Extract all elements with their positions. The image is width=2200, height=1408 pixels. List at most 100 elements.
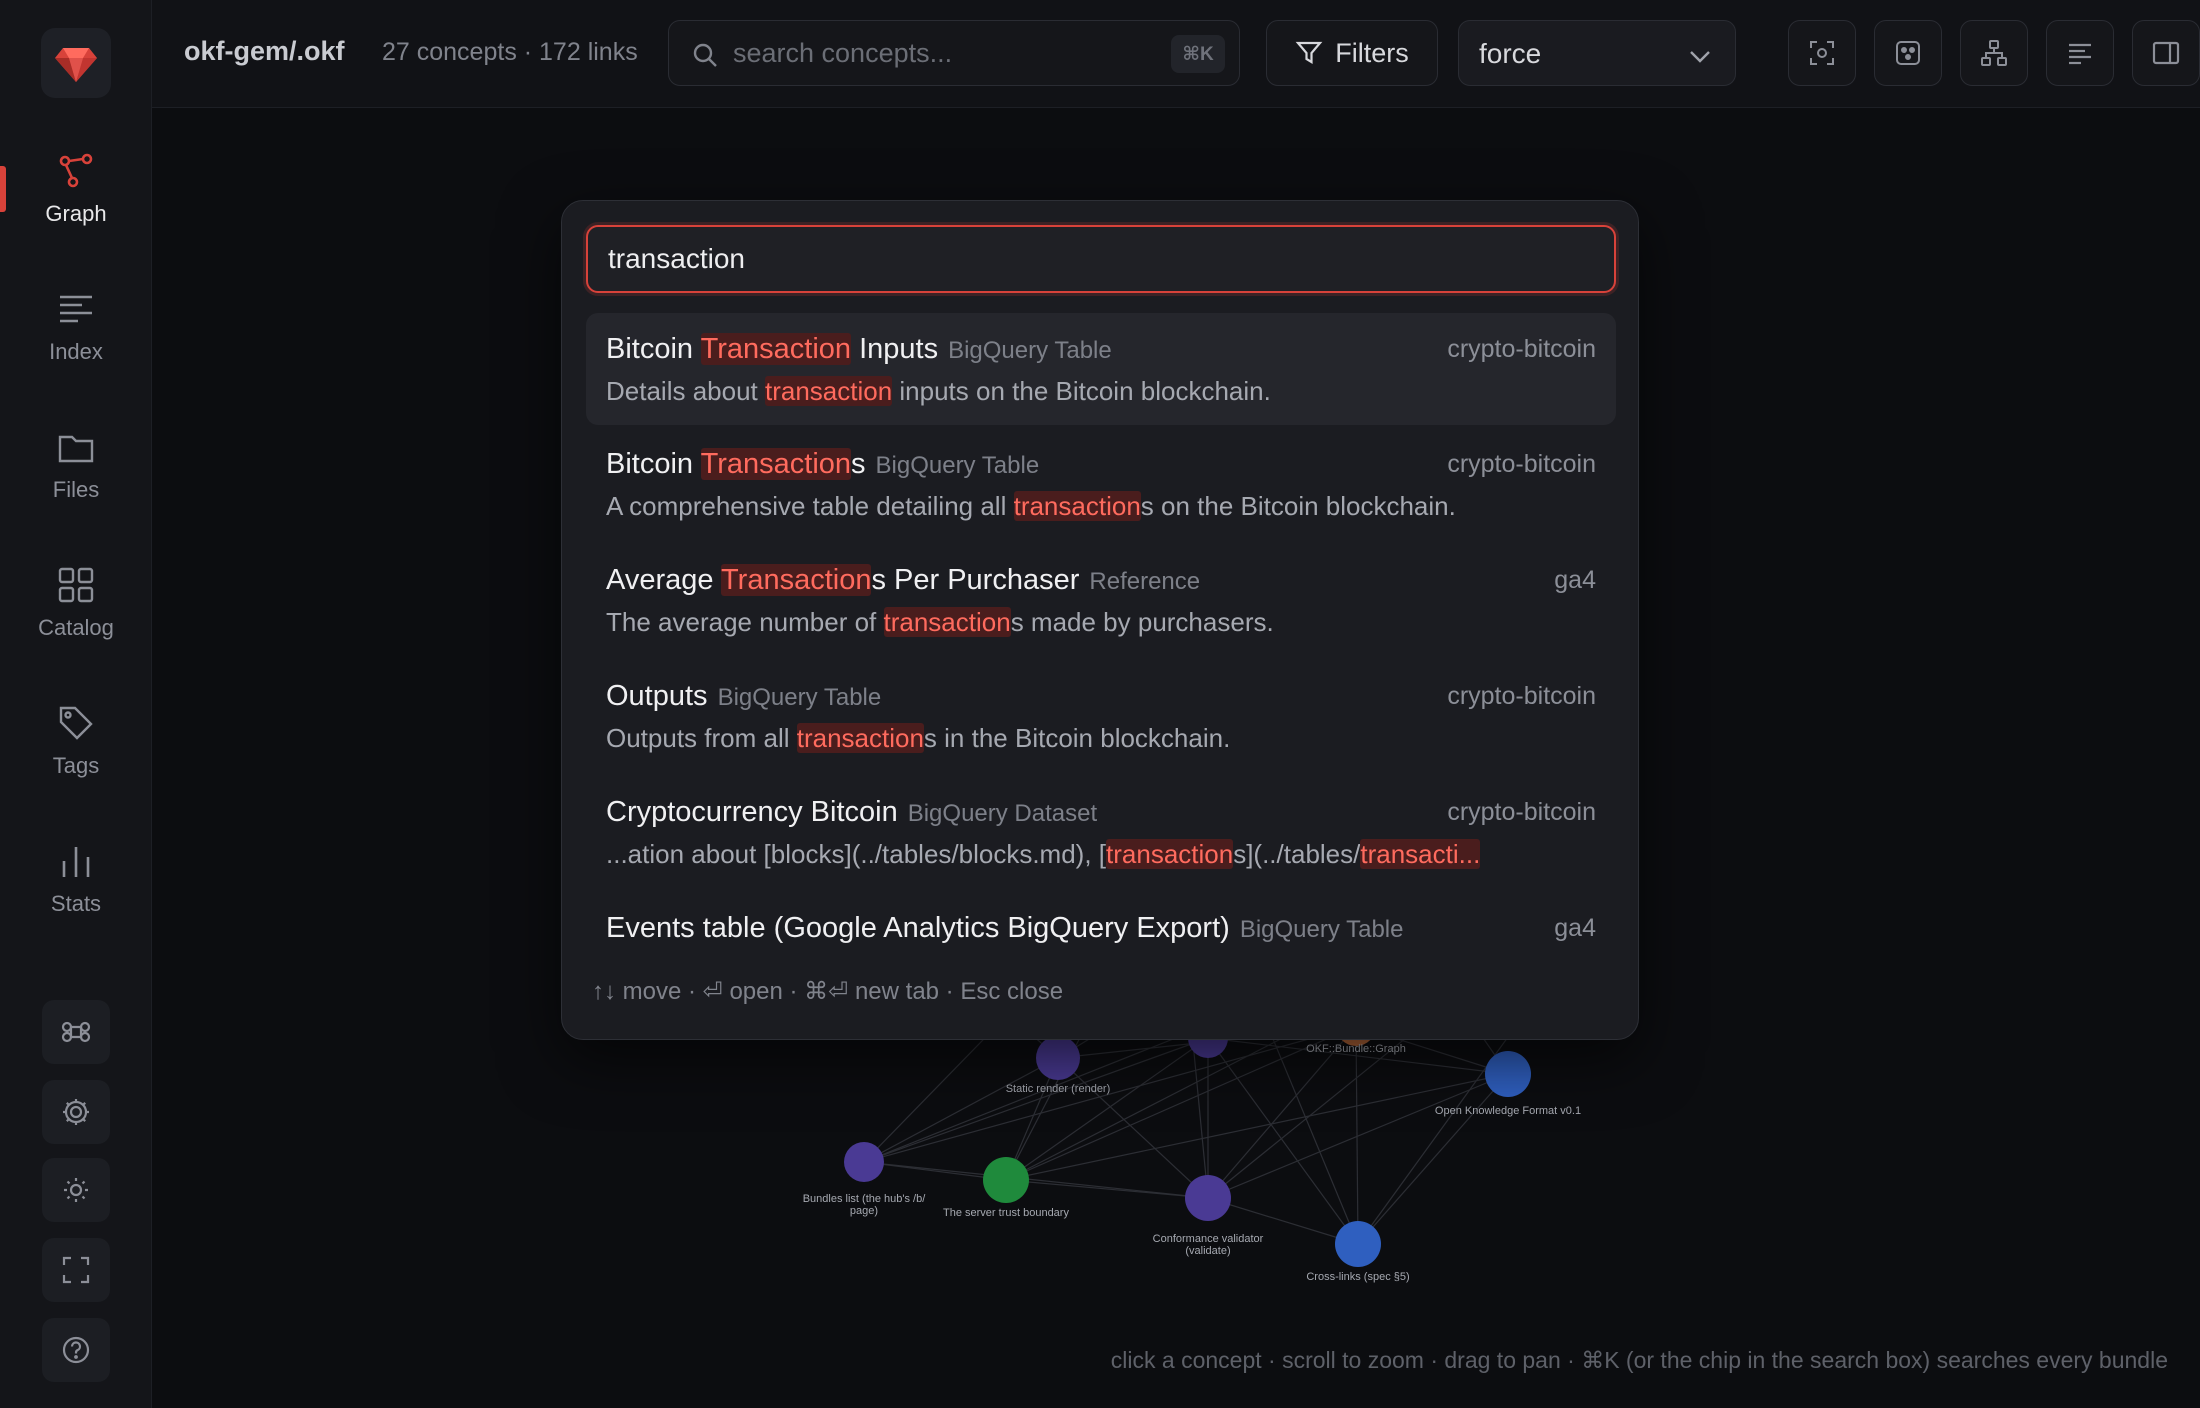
result-type: BigQuery Dataset	[907, 800, 1098, 827]
text-segment: Average	[606, 564, 722, 596]
result-snippet: The average number of transactions made …	[606, 607, 1596, 638]
graph-node[interactable]: Conformance validator(validate)	[1153, 1175, 1264, 1257]
command-icon	[61, 1021, 91, 1043]
bar-chart-icon	[62, 847, 90, 877]
graph-node-circle[interactable]	[983, 1157, 1029, 1203]
top-bar: okf-gem/.okf 27 concepts · 172 links ⌘K …	[152, 0, 2200, 108]
graph-node[interactable]: Static render (render)	[1006, 1036, 1111, 1095]
fullscreen-icon	[62, 1256, 90, 1284]
cluster-view-button[interactable]	[1874, 20, 1942, 86]
graph-node-circle[interactable]	[1185, 1175, 1231, 1221]
command-palette: Bitcoin Transaction Inputs BigQuery Table…	[561, 200, 1639, 1040]
command-palette-button[interactable]	[42, 1000, 110, 1064]
filters-button[interactable]: Filters	[1266, 20, 1438, 86]
help-icon	[62, 1336, 90, 1364]
palette-result-item[interactable]: Outputs BigQuery Table crypto-bitcoin Outpu…	[586, 660, 1616, 772]
match-highlight: Transaction	[700, 333, 852, 365]
palette-result-item[interactable]: Average Transactions Per Purchaser Refere…	[586, 544, 1616, 656]
text-segment: Bitcoin	[606, 448, 701, 480]
graph-node-circle[interactable]	[1485, 1051, 1531, 1097]
palette-result-item[interactable]: Bitcoin Transaction Inputs BigQuery Table…	[586, 313, 1616, 425]
result-snippet: Details about transaction inputs on the …	[606, 376, 1596, 407]
theme-toggle-button[interactable]	[42, 1158, 110, 1222]
result-type: BigQuery Table	[875, 452, 1040, 479]
layout-select[interactable]: force	[1458, 20, 1736, 86]
result-title: Bitcoin Transaction Inputs BigQuery Table	[606, 333, 1112, 366]
sidebar-panel-icon	[2152, 41, 2180, 65]
sidebar-item-catalog[interactable]: Catalog	[0, 548, 152, 658]
result-snippet: ...ation about [blocks](../tables/blocks…	[606, 839, 1596, 870]
graph-node-label: Conformance validator	[1153, 1233, 1264, 1245]
hierarchy-view-button[interactable]	[1960, 20, 2028, 86]
graph-node-circle[interactable]	[844, 1142, 884, 1182]
text-segment: inputs on the Bitcoin blockchain.	[892, 376, 1271, 406]
graph-node[interactable]: Cross-links (spec §5)	[1306, 1221, 1410, 1283]
graph-node-label: Open Knowledge Format v0.1	[1435, 1105, 1581, 1117]
result-bundle: crypto-bitcoin	[1447, 335, 1596, 363]
palette-search-box[interactable]	[586, 225, 1616, 293]
sidebar-item-graph[interactable]: Graph	[0, 134, 152, 244]
result-title: Bitcoin Transactions BigQuery Table	[606, 448, 1039, 481]
match-highlight: transaction	[1013, 491, 1141, 521]
sun-icon	[64, 1178, 88, 1202]
graph-edge	[1357, 1073, 1509, 1245]
palette-result-item[interactable]: Cryptocurrency Bitcoin BigQuery Dataset cr…	[586, 776, 1616, 888]
settings-button[interactable]	[42, 1080, 110, 1144]
sidebar-item-stats[interactable]: Stats	[0, 824, 152, 934]
focus-frame-icon	[1810, 41, 1834, 65]
text-segment: ...ation about [blocks](../tables/blocks…	[606, 839, 1107, 869]
graph-nodes: Static render (render)(server)OKF::Bundl…	[803, 1006, 1581, 1283]
text-segment: s made by purchasers.	[1010, 607, 1274, 637]
bundle-stats: 27 concepts · 172 links	[382, 38, 638, 66]
match-highlight: transacti...	[1360, 839, 1481, 869]
chevron-down-icon	[1690, 51, 1710, 63]
graph-node[interactable]: The server trust boundary	[943, 1157, 1069, 1219]
sidebar-item-tags[interactable]: Tags	[0, 686, 152, 796]
sidebar: Graph Index Files Catalog Tags Stats	[0, 0, 152, 1408]
result-title: Average Transactions Per Purchaser Refere…	[606, 564, 1200, 597]
result-snippet: Outputs from all transactions in the Bit…	[606, 723, 1596, 754]
palette-search-input[interactable]	[608, 239, 1568, 279]
match-highlight: Transaction	[721, 564, 872, 596]
graph-node[interactable]: Bundles list (the hub's /b/page)	[803, 1142, 927, 1217]
result-bundle: crypto-bitcoin	[1447, 682, 1596, 710]
toggle-panel-button[interactable]	[2132, 20, 2200, 86]
result-title: Outputs BigQuery Table	[606, 680, 881, 713]
tag-icon	[59, 706, 93, 740]
sidebar-item-label: Stats	[50, 891, 102, 916]
fit-view-button[interactable]	[1788, 20, 1856, 86]
result-bundle: crypto-bitcoin	[1447, 798, 1596, 826]
search-input[interactable]	[733, 33, 1153, 73]
text-segment: s Per Purchaser	[871, 564, 1080, 596]
graph-node-circle[interactable]	[1335, 1221, 1381, 1267]
result-type: BigQuery Table	[1239, 916, 1404, 943]
filters-label: Filters	[1335, 37, 1409, 68]
logo[interactable]	[41, 28, 111, 98]
search-shortcut-chip[interactable]: ⌘K	[1171, 35, 1225, 73]
text-segment: s](../tables/	[1233, 839, 1361, 869]
palette-result-item[interactable]: Bitcoin Transactions BigQuery Table crypto…	[586, 428, 1616, 540]
graph-edge	[863, 1037, 1209, 1163]
folder-icon	[58, 435, 94, 463]
filter-icon	[1295, 41, 1323, 64]
list-view-button[interactable]	[2046, 20, 2114, 86]
help-button[interactable]	[42, 1318, 110, 1382]
graph-node[interactable]: Open Knowledge Format v0.1	[1435, 1051, 1581, 1117]
graph-edge	[1207, 1037, 1359, 1245]
result-type: BigQuery Table	[717, 684, 882, 711]
graph-node-label: The server trust boundary	[943, 1207, 1069, 1219]
sidebar-item-index[interactable]: Index	[0, 272, 152, 382]
sidebar-item-files[interactable]: Files	[0, 410, 152, 520]
sidebar-item-label: Files	[52, 477, 100, 502]
search-box[interactable]: ⌘K	[668, 20, 1240, 86]
ruby-gem-icon	[55, 48, 97, 82]
match-highlight: transaction	[883, 607, 1011, 637]
text-segment: s	[851, 448, 866, 480]
graph-node-circle[interactable]	[1036, 1036, 1080, 1080]
text-segment: Details about	[606, 376, 765, 406]
result-title: Cryptocurrency Bitcoin BigQuery Dataset	[606, 796, 1097, 829]
active-indicator	[0, 166, 6, 212]
graph-node-label: OKF::Bundle::Graph	[1306, 1043, 1406, 1055]
bundle-name[interactable]: okf-gem/.okf	[184, 36, 345, 67]
fullscreen-button[interactable]	[42, 1238, 110, 1302]
